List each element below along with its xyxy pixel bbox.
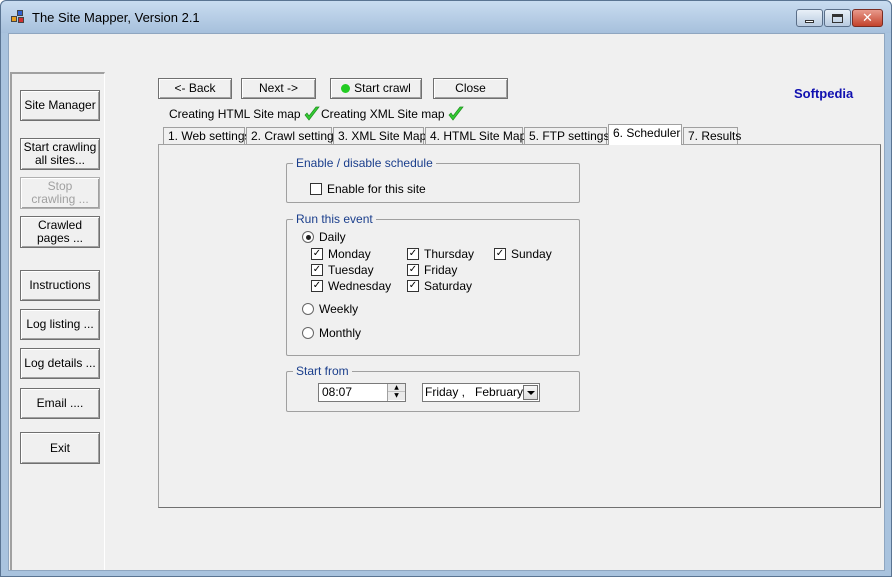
- check-icon: ✓: [407, 264, 419, 276]
- checkbox-box: [310, 183, 322, 195]
- tuesday-checkbox[interactable]: ✓ Tuesday: [311, 263, 374, 277]
- window-title: The Site Mapper, Version 2.1: [32, 10, 200, 25]
- log-listing-button[interactable]: Log listing ...: [20, 309, 100, 340]
- saturday-checkbox[interactable]: ✓ Saturday: [407, 279, 472, 293]
- brand-label: Softpedia: [794, 86, 854, 101]
- tab-web-settings[interactable]: 1. Web settings: [163, 127, 251, 145]
- maximize-icon: [832, 13, 843, 23]
- stop-crawling-button[interactable]: Stop crawling ...: [20, 177, 100, 209]
- enable-for-site-checkbox[interactable]: Enable for this site: [310, 182, 426, 196]
- weekly-label: Weekly: [319, 302, 359, 316]
- sunday-checkbox[interactable]: ✓ Sunday: [494, 247, 552, 261]
- html-sitemap-label: Creating HTML Site map: [169, 107, 301, 121]
- email-button[interactable]: Email ....: [20, 388, 100, 419]
- wednesday-label: Wednesday: [328, 279, 392, 293]
- check-icon: [304, 106, 320, 121]
- site-manager-button[interactable]: Site Manager: [20, 90, 100, 121]
- tab-scheduler[interactable]: 6. Scheduler: [608, 124, 682, 145]
- instructions-button[interactable]: Instructions: [20, 270, 100, 301]
- xml-sitemap-status: Creating XML Site map: [321, 106, 464, 122]
- close-window-button[interactable]: ✕: [852, 9, 883, 27]
- status-light-icon: [341, 84, 351, 93]
- minimize-button[interactable]: [796, 9, 823, 27]
- close-icon: ✕: [862, 10, 873, 26]
- monday-label: Monday: [328, 247, 371, 261]
- tuesday-label: Tuesday: [328, 263, 374, 277]
- close-button[interactable]: Close: [433, 78, 508, 99]
- app-window: The Site Mapper, Version 2.1 ✕ Site Mana…: [0, 0, 892, 577]
- start-date-value: Friday , February: [425, 385, 524, 399]
- radio-circle: [302, 231, 314, 243]
- tab-ftp-settings[interactable]: 5. FTP settings: [524, 127, 609, 145]
- thursday-checkbox[interactable]: ✓ Thursday: [407, 247, 474, 261]
- check-icon: [448, 106, 464, 121]
- start-crawling-button[interactable]: Start crawling all sites...: [20, 138, 100, 170]
- daily-label: Daily: [319, 230, 346, 244]
- check-icon: ✓: [311, 248, 323, 260]
- chevron-down-icon: [526, 390, 535, 395]
- title-bar[interactable]: The Site Mapper, Version 2.1 ✕: [1, 1, 891, 33]
- tab-html-site-map[interactable]: 4. HTML Site Map: [425, 127, 526, 145]
- spin-down-icon[interactable]: ▼: [388, 392, 405, 400]
- saturday-label: Saturday: [424, 279, 473, 293]
- app-icon: [11, 10, 25, 24]
- html-sitemap-status: Creating HTML Site map: [169, 106, 320, 122]
- friday-label: Friday: [424, 263, 458, 277]
- radio-circle: [302, 327, 314, 339]
- enable-for-site-label: Enable for this site: [327, 182, 426, 196]
- xml-sitemap-label: Creating XML Site map: [321, 107, 445, 121]
- start-crawl-label: Start crawl: [354, 81, 411, 95]
- sunday-label: Sunday: [511, 247, 552, 261]
- start-date-picker[interactable]: Friday , February: [422, 383, 540, 402]
- run-event-title: Run this event: [293, 212, 376, 226]
- friday-checkbox[interactable]: ✓ Friday: [407, 263, 457, 277]
- check-icon: ✓: [407, 248, 419, 260]
- weekly-radio[interactable]: Weekly: [302, 302, 358, 316]
- next-button[interactable]: Next ->: [241, 78, 316, 99]
- tab-results[interactable]: 7. Results: [683, 127, 741, 145]
- minimize-icon: [805, 19, 814, 23]
- crawled-pages-button[interactable]: Crawled pages ...: [20, 216, 100, 248]
- back-button[interactable]: <- Back: [158, 78, 232, 99]
- start-crawl-button[interactable]: Start crawl: [330, 78, 422, 99]
- dropdown-button[interactable]: [523, 385, 538, 400]
- check-icon: ✓: [311, 280, 323, 292]
- check-icon: ✓: [407, 280, 419, 292]
- start-from-title: Start from: [293, 364, 352, 378]
- monthly-radio[interactable]: Monthly: [302, 326, 361, 340]
- tab-crawl-settings[interactable]: 2. Crawl settings: [246, 127, 340, 145]
- maximize-button[interactable]: [824, 9, 851, 27]
- radio-circle: [302, 303, 314, 315]
- daily-radio[interactable]: Daily: [302, 230, 346, 244]
- monday-checkbox[interactable]: ✓ Monday: [311, 247, 371, 261]
- enable-schedule-title: Enable / disable schedule: [293, 156, 436, 170]
- time-spinner[interactable]: ▲ ▼: [387, 384, 405, 401]
- tab-xml-site-map[interactable]: 3. XML Site Map: [333, 127, 426, 145]
- log-details-button[interactable]: Log details ...: [20, 348, 100, 379]
- wednesday-checkbox[interactable]: ✓ Wednesday: [311, 279, 391, 293]
- thursday-label: Thursday: [424, 247, 475, 261]
- check-icon: ✓: [311, 264, 323, 276]
- client-area: Site Manager Start crawling all sites...…: [8, 33, 885, 571]
- exit-button[interactable]: Exit: [20, 432, 100, 464]
- spin-up-icon[interactable]: ▲: [388, 384, 405, 392]
- check-icon: ✓: [494, 248, 506, 260]
- monthly-label: Monthly: [319, 326, 362, 340]
- radio-dot: [305, 234, 311, 240]
